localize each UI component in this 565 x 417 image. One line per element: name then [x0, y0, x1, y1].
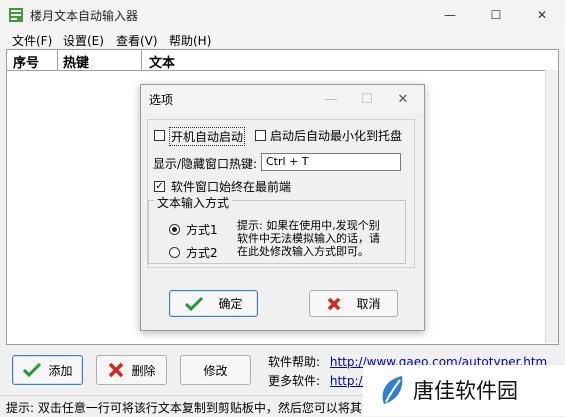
leaf-logo-icon — [382, 376, 403, 404]
maximize-icon: ☐ — [490, 8, 502, 22]
watermark-text: 唐佳软件园 — [413, 379, 518, 403]
delete-button-label: 删除 — [131, 363, 156, 378]
vertical-scrollbar[interactable] — [545, 70, 558, 343]
startup-checkbox[interactable] — [154, 130, 165, 141]
dialog-maximize-button[interactable]: ☐ — [349, 85, 385, 113]
more-software-link[interactable]: http:// — [330, 374, 367, 388]
method2-radio[interactable] — [169, 247, 180, 258]
more-software-label: 更多软件: — [268, 374, 321, 388]
check-icon — [23, 362, 42, 378]
close-icon: ✕ — [397, 91, 409, 107]
add-button[interactable]: 添加 — [12, 355, 83, 385]
always-on-top-checkbox[interactable]: ✓ — [154, 181, 165, 192]
minimize-tray-label[interactable]: 启动后自动最小化到托盘 — [270, 127, 402, 144]
app-icon — [8, 7, 24, 23]
column-divider[interactable] — [141, 50, 142, 70]
hotkey-input[interactable]: Ctrl + T — [261, 153, 401, 171]
watermark-logo: 唐佳软件园 — [363, 365, 565, 416]
dialog-title: 选项 — [149, 93, 174, 107]
cancel-button[interactable]: 取消 — [309, 290, 398, 317]
method2-label[interactable]: 方式2 — [186, 244, 218, 261]
method1-label[interactable]: 方式1 — [186, 221, 218, 238]
software-help-label: 软件帮助: — [268, 355, 321, 369]
menu-view[interactable]: 查看(V) — [116, 32, 158, 49]
always-on-top-label[interactable]: 软件窗口始终在最前端 — [171, 178, 291, 195]
ok-button-label: 确定 — [218, 297, 243, 311]
column-divider[interactable] — [57, 50, 58, 70]
list-header: 序号 热键 文本 — [7, 50, 558, 71]
window-title: 楼月文本自动输入器 — [30, 9, 139, 23]
delete-button[interactable]: 删除 — [96, 355, 167, 385]
input-method-tip: 提示: 如果在使用中,发现个别 软件中无法模拟输入的话，请 在此处修改输入方式即… — [237, 219, 380, 258]
add-button-label: 添加 — [48, 363, 73, 378]
more-software-line: 更多软件: http:// — [268, 372, 367, 389]
column-index[interactable]: 序号 — [13, 52, 39, 71]
minimize-tray-checkbox[interactable] — [255, 130, 266, 141]
maximize-icon: ☐ — [361, 91, 373, 107]
startup-label[interactable]: 开机自动启动 — [169, 127, 246, 146]
dialog-close-button[interactable]: ✕ — [385, 85, 421, 113]
menu-file[interactable]: 文件(F) — [12, 32, 52, 49]
tip-line: 软件中无法模拟输入的话，请 — [237, 232, 380, 245]
status-text: 提示: 双击任意一行可将该行文本复制到剪贴板中，然后您可以将其 — [6, 401, 362, 415]
menu-help[interactable]: 帮助(H) — [169, 32, 211, 49]
method1-radio[interactable] — [169, 224, 180, 235]
tip-line: 在此处修改输入方式即可。 — [237, 245, 369, 258]
title-bar: 楼月文本自动输入器 — ☐ ✕ — [0, 0, 565, 30]
x-icon — [328, 297, 341, 310]
edit-button[interactable]: 修改 — [180, 355, 251, 385]
maximize-button[interactable]: ☐ — [473, 0, 519, 30]
edit-button-label: 修改 — [203, 363, 228, 378]
check-icon — [185, 296, 204, 311]
hotkey-label: 显示/隐藏窗口热键: — [153, 157, 258, 171]
options-dialog: 选项 — ☐ ✕ 开机自动启动 启动后自动最小化到托盘 显示/隐藏窗口热键: C… — [140, 84, 425, 331]
menu-bar: 文件(F) 设置(E) 查看(V) 帮助(H) — [0, 30, 565, 48]
minimize-icon: — — [444, 8, 456, 22]
dialog-title-bar: 选项 — ☐ ✕ — [141, 85, 424, 113]
minimize-button[interactable]: — — [427, 0, 473, 30]
close-icon: ✕ — [536, 8, 548, 22]
close-button[interactable]: ✕ — [519, 0, 565, 30]
column-text[interactable]: 文本 — [149, 52, 175, 71]
tip-line: 提示: 如果在使用中,发现个别 — [237, 219, 380, 232]
x-icon — [109, 362, 124, 378]
ok-button[interactable]: 确定 — [169, 290, 258, 317]
column-hotkey[interactable]: 热键 — [63, 52, 89, 71]
menu-settings[interactable]: 设置(E) — [63, 32, 104, 49]
dialog-minimize-button[interactable]: — — [313, 85, 349, 113]
input-method-legend: 文本输入方式 — [154, 194, 233, 211]
cancel-button-label: 取消 — [356, 297, 381, 311]
minimize-icon: — — [324, 91, 338, 107]
